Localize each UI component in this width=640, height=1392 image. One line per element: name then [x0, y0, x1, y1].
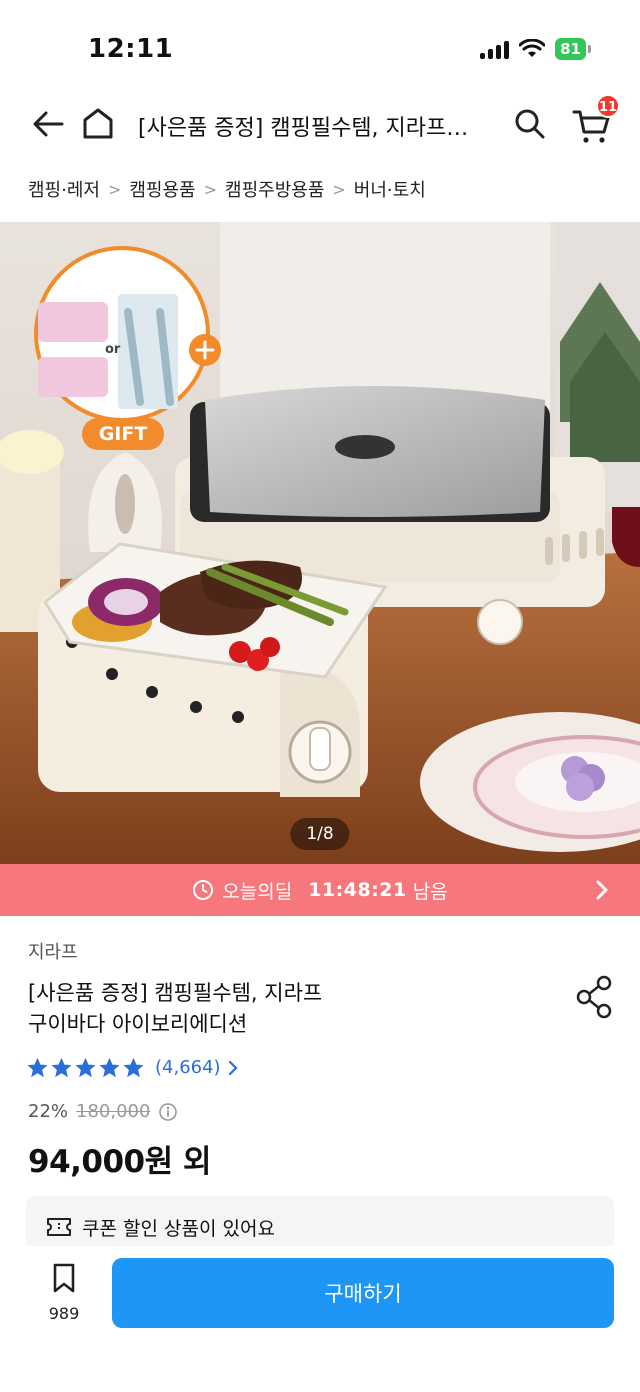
- chevron-right-icon: >: [203, 179, 218, 199]
- back-button[interactable]: [28, 104, 68, 144]
- product-title-line-2: 구이바다 아이보리에디션: [28, 1012, 248, 1036]
- todays-deal-banner[interactable]: 오늘의딜 11:48:21 남음: [0, 864, 640, 916]
- rating-stars: [26, 1056, 145, 1079]
- discount-rate: 22%: [28, 1101, 69, 1122]
- bookmark-icon: [53, 1263, 75, 1293]
- product-image-carousel[interactable]: or GIFT 1/8: [0, 222, 640, 864]
- deal-suffix: 남음: [412, 880, 448, 903]
- star-icon: [75, 1057, 96, 1078]
- home-icon: [83, 108, 113, 139]
- wishlist-count: 989: [48, 1304, 80, 1323]
- deal-countdown: 11:48:21: [308, 879, 407, 901]
- star-icon: [99, 1057, 120, 1078]
- share-icon: [576, 975, 612, 1019]
- status-time: 12:11: [88, 34, 174, 64]
- cellular-signal-icon: [480, 39, 510, 59]
- header-title: [사은품 증정] 캠핑필수템, 지라프…: [138, 116, 469, 141]
- coupon-text: 쿠폰 할인 상품이 있어요: [82, 1218, 275, 1240]
- cart-button[interactable]: 11: [570, 94, 620, 148]
- breadcrumb-item-camping-kitchen[interactable]: 캠핑주방용품: [225, 176, 324, 202]
- product-title: [사은품 증정] 캠핑필수템, 지라프 구이바다 아이보리에디션: [28, 978, 548, 1040]
- battery-indicator: 81: [555, 38, 591, 60]
- search-icon: [515, 109, 545, 139]
- bottom-action-bar: 989 구매하기: [0, 1246, 640, 1392]
- breadcrumb-item-camping-leisure[interactable]: 캠핑·레저: [28, 176, 100, 202]
- share-button[interactable]: [574, 974, 616, 1020]
- chevron-right-icon: >: [107, 179, 122, 199]
- product-photo: [0, 222, 640, 864]
- back-arrow-icon: [33, 111, 64, 137]
- product-title-line-1: [사은품 증정] 캠핑필수템, 지라프: [28, 981, 323, 1005]
- brand-name[interactable]: 지라프: [28, 938, 78, 964]
- status-icons: 81: [480, 38, 591, 60]
- cart-count-badge: 11: [596, 94, 620, 118]
- coupon-icon: [47, 1218, 71, 1236]
- buy-button[interactable]: 구매하기: [112, 1258, 614, 1328]
- gift-badge: GIFT: [98, 423, 148, 445]
- chevron-right-icon: >: [332, 179, 346, 199]
- breadcrumb-item-burner-torch[interactable]: 버너·토치: [354, 176, 426, 202]
- home-button[interactable]: [78, 104, 118, 144]
- deal-label: 오늘의딜: [222, 880, 293, 903]
- chevron-right-icon: [596, 880, 608, 900]
- star-icon: [51, 1057, 72, 1078]
- clock-icon: [193, 880, 214, 900]
- price-meta: 22% 180,000: [28, 1101, 178, 1122]
- original-price: 180,000: [76, 1101, 151, 1122]
- breadcrumb-item-camping-goods[interactable]: 캠핑용품: [129, 176, 195, 202]
- top-nav: [사은품 증정] 캠핑필수템, 지라프… 11: [0, 94, 640, 156]
- final-price: 94,000원 외: [28, 1144, 211, 1180]
- info-icon[interactable]: [158, 1102, 178, 1122]
- wifi-icon: [519, 39, 546, 57]
- star-icon: [27, 1057, 48, 1078]
- star-icon: [123, 1057, 144, 1078]
- chevron-right-icon: [228, 1060, 238, 1075]
- search-button[interactable]: [510, 104, 550, 144]
- review-count: (4,664): [155, 1057, 221, 1078]
- rating-row[interactable]: (4,664): [26, 1056, 239, 1079]
- gift-or-label: or: [105, 342, 121, 357]
- image-page-counter: 1/8: [290, 818, 350, 850]
- status-bar: 12:11 81: [0, 0, 640, 96]
- breadcrumb: 캠핑·레저 > 캠핑용품 > 캠핑주방용품 > 버너·토치: [28, 176, 426, 202]
- wishlist-button[interactable]: 989: [38, 1262, 90, 1338]
